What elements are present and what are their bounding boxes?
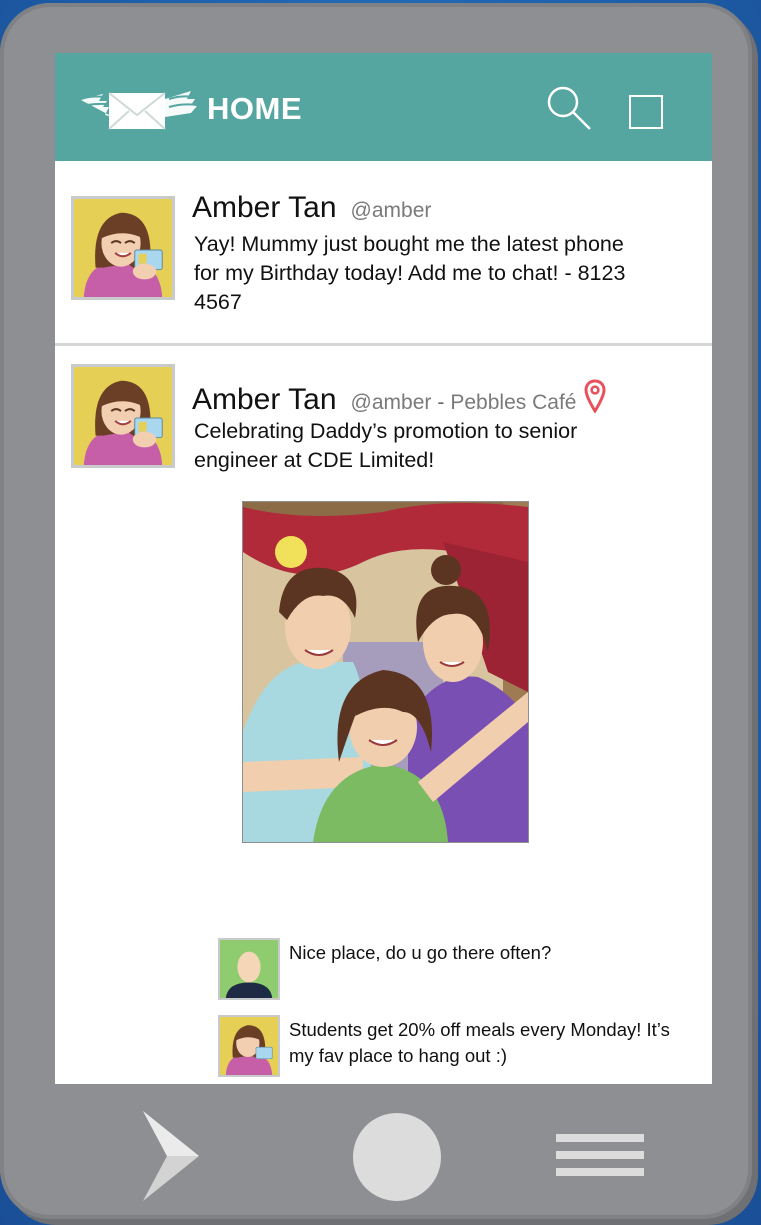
author-name[interactable]: Amber Tan [192, 191, 337, 224]
avatar[interactable] [218, 1015, 280, 1077]
post-author: Amber Tan @amber - Pebbles Café [192, 379, 606, 417]
winged-envelope-logo [76, 91, 198, 130]
feed-post: Amber Tan @amber Yay! Mummy just bought m… [55, 161, 712, 346]
post-text: Celebrating Daddy’s promotion to senior … [194, 419, 578, 472]
avatar-girl-image [220, 1017, 278, 1075]
post-photo[interactable] [242, 501, 529, 843]
location-pin-icon[interactable] [584, 379, 606, 413]
author-handle[interactable]: @amber [351, 199, 432, 222]
post-text: Yay! Mummy just bought me the latest pho… [194, 232, 626, 314]
author-handle[interactable]: @amber [351, 391, 432, 414]
app-screen: HOME Amber Tan @amber Yay! Mummy just bo… [55, 53, 712, 1084]
app-bar: HOME [55, 53, 712, 161]
menu-lines-icon[interactable] [556, 1134, 644, 1182]
avatar[interactable] [71, 196, 175, 300]
avatar-girl-image [74, 367, 172, 465]
avatar[interactable] [71, 364, 175, 468]
comment-text: Students get 20% off meals every Monday!… [289, 1019, 670, 1066]
family-selfie-image [243, 502, 528, 842]
back-chevron-icon[interactable] [143, 1111, 199, 1201]
default-avatar-image [220, 940, 278, 998]
home-circle-icon[interactable] [353, 1113, 441, 1201]
location-label[interactable]: Pebbles Café [450, 391, 576, 414]
author-name[interactable]: Amber Tan [192, 383, 337, 416]
phone-frame: HOME Amber Tan @amber Yay! Mummy just bo… [0, 3, 752, 1219]
feed-post: Amber Tan @amber - Pebbles Café Celebrating… [55, 346, 712, 1084]
post-author: Amber Tan @amber [192, 191, 431, 225]
avatar[interactable] [218, 938, 280, 1000]
square-icon[interactable] [629, 95, 663, 129]
comment-text: Nice place, do u go there often? [289, 942, 552, 963]
avatar-girl-image [74, 199, 172, 297]
location-separator: - [437, 391, 445, 414]
page-title: HOME [207, 91, 302, 126]
search-icon[interactable] [544, 83, 594, 133]
